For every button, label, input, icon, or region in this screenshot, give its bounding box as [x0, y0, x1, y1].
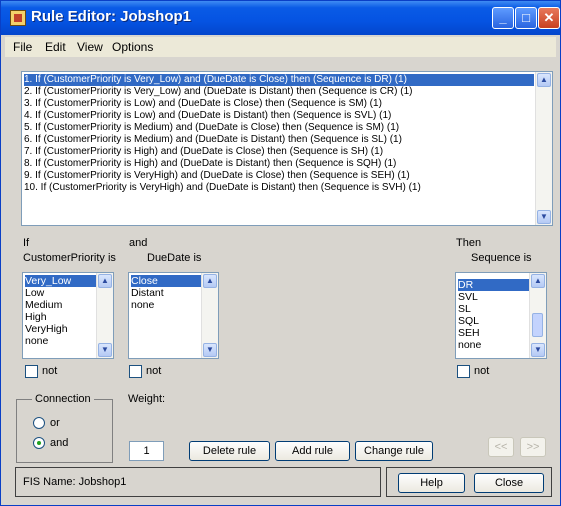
input2-label: DueDate is — [147, 252, 202, 264]
listbox-scrollbar[interactable]: ▲ ▼ — [201, 273, 218, 358]
listbox-scrollbar[interactable]: ▲ ▼ — [529, 273, 546, 358]
rule-item[interactable]: 8. If (CustomerPriority is High) and (Du… — [24, 158, 396, 170]
rule-editor-window: Rule Editor: Jobshop1 _ □ ✕ File Edit Vi… — [0, 0, 561, 506]
list-item[interactable]: none — [131, 299, 154, 311]
weight-label: Weight: — [128, 393, 166, 405]
list-item[interactable]: SL — [458, 303, 471, 315]
list-item[interactable]: Close — [131, 275, 202, 287]
or-radio[interactable] — [33, 417, 45, 429]
menu-file[interactable]: File — [13, 40, 32, 54]
connection-label: Connection — [32, 393, 94, 405]
menu-bar: File Edit View Options — [5, 37, 556, 57]
then-label: Then — [456, 237, 482, 249]
listbox-scrollbar[interactable]: ▲ ▼ — [96, 273, 113, 358]
weight-input[interactable]: 1 — [129, 441, 164, 461]
output-label: Sequence is — [471, 252, 532, 264]
list-item[interactable]: Distant — [131, 287, 164, 299]
delete-rule-button[interactable]: Delete rule — [189, 441, 270, 461]
rule-item[interactable]: 1. If (CustomerPriority is Very_Low) and… — [24, 74, 534, 86]
minimize-button[interactable]: _ — [492, 7, 514, 29]
input1-not-checkbox[interactable] — [25, 365, 38, 378]
list-item[interactable]: SVL — [458, 291, 478, 303]
connection-group — [16, 399, 113, 463]
sequence-listbox[interactable]: DR SVL SL SQL SEH none ▲ ▼ — [455, 272, 547, 359]
list-item[interactable]: Medium — [25, 299, 62, 311]
list-item[interactable]: none — [458, 339, 481, 351]
status-field: FIS Name: Jobshop1 — [15, 467, 381, 497]
input1-not-label: not — [42, 365, 58, 377]
close-button[interactable]: Close — [474, 473, 544, 493]
menu-edit[interactable]: Edit — [45, 40, 66, 54]
rule-item[interactable]: 7. If (CustomerPriority is High) and (Du… — [24, 146, 383, 158]
rule-item[interactable]: 2. If (CustomerPriority is Very_Low) and… — [24, 86, 412, 98]
scroll-up-icon[interactable]: ▲ — [98, 274, 112, 288]
scroll-thumb[interactable] — [532, 313, 543, 337]
list-item[interactable]: DR — [458, 279, 530, 291]
rule-item[interactable]: 3. If (CustomerPriority is Low) and (Due… — [24, 98, 382, 110]
rules-scrollbar[interactable]: ▲ ▼ — [535, 72, 552, 225]
title-bar[interactable]: Rule Editor: Jobshop1 _ □ ✕ — [1, 1, 560, 35]
or-radio-label: or — [50, 417, 60, 429]
help-button[interactable]: Help — [398, 473, 465, 493]
change-rule-button[interactable]: Change rule — [355, 441, 433, 461]
output-not-label: not — [474, 365, 490, 377]
rules-list[interactable]: 1. If (CustomerPriority is Very_Low) and… — [21, 71, 553, 226]
and-radio-label: and — [50, 437, 69, 449]
scroll-down-icon[interactable]: ▼ — [98, 343, 112, 357]
menu-view[interactable]: View — [77, 40, 103, 54]
add-rule-button[interactable]: Add rule — [275, 441, 350, 461]
rule-item[interactable]: 6. If (CustomerPriority is Medium) and (… — [24, 134, 402, 146]
list-item[interactable]: none — [25, 335, 48, 347]
list-item[interactable]: High — [25, 311, 47, 323]
window-title: Rule Editor: Jobshop1 — [31, 8, 192, 25]
rule-item[interactable]: 4. If (CustomerPriority is Low) and (Due… — [24, 110, 391, 122]
fis-name-text: FIS Name: Jobshop1 — [23, 476, 127, 488]
menu-options[interactable]: Options — [112, 40, 153, 54]
list-item[interactable]: Very_Low — [25, 275, 97, 287]
output-not-checkbox[interactable] — [457, 365, 470, 378]
scroll-down-icon[interactable]: ▼ — [203, 343, 217, 357]
customer-priority-listbox[interactable]: Very_Low Low Medium High VeryHigh none ▲… — [22, 272, 114, 359]
next-button[interactable]: >> — [520, 437, 546, 457]
list-item[interactable]: Low — [25, 287, 44, 299]
due-date-listbox[interactable]: Close Distant none ▲ ▼ — [128, 272, 219, 359]
radio-selected-dot — [37, 441, 41, 445]
list-item[interactable]: SQL — [458, 315, 479, 327]
close-window-button[interactable]: ✕ — [538, 7, 560, 29]
scroll-up-icon[interactable]: ▲ — [531, 274, 545, 288]
footer-buttons: Help Close — [386, 467, 552, 497]
input2-not-checkbox[interactable] — [129, 365, 142, 378]
rule-item[interactable]: 5. If (CustomerPriority is Medium) and (… — [24, 122, 399, 134]
rule-item[interactable]: 9. If (CustomerPriority is VeryHigh) and… — [24, 170, 410, 182]
previous-button[interactable]: << — [488, 437, 514, 457]
scroll-down-icon[interactable]: ▼ — [531, 343, 545, 357]
list-item[interactable]: VeryHigh — [25, 323, 68, 335]
scroll-up-icon[interactable]: ▲ — [203, 274, 217, 288]
app-icon — [10, 10, 26, 26]
and-radio[interactable] — [33, 437, 45, 449]
scroll-up-icon[interactable]: ▲ — [537, 73, 551, 87]
maximize-button[interactable]: □ — [515, 7, 537, 29]
rule-item[interactable]: 10. If (CustomerPriority is VeryHigh) an… — [24, 182, 421, 194]
scroll-down-icon[interactable]: ▼ — [537, 210, 551, 224]
if-label: If — [23, 237, 30, 249]
and-label: and — [129, 237, 148, 249]
input2-not-label: not — [146, 365, 162, 377]
list-item[interactable]: SEH — [458, 327, 480, 339]
input1-label: CustomerPriority is — [23, 252, 116, 264]
